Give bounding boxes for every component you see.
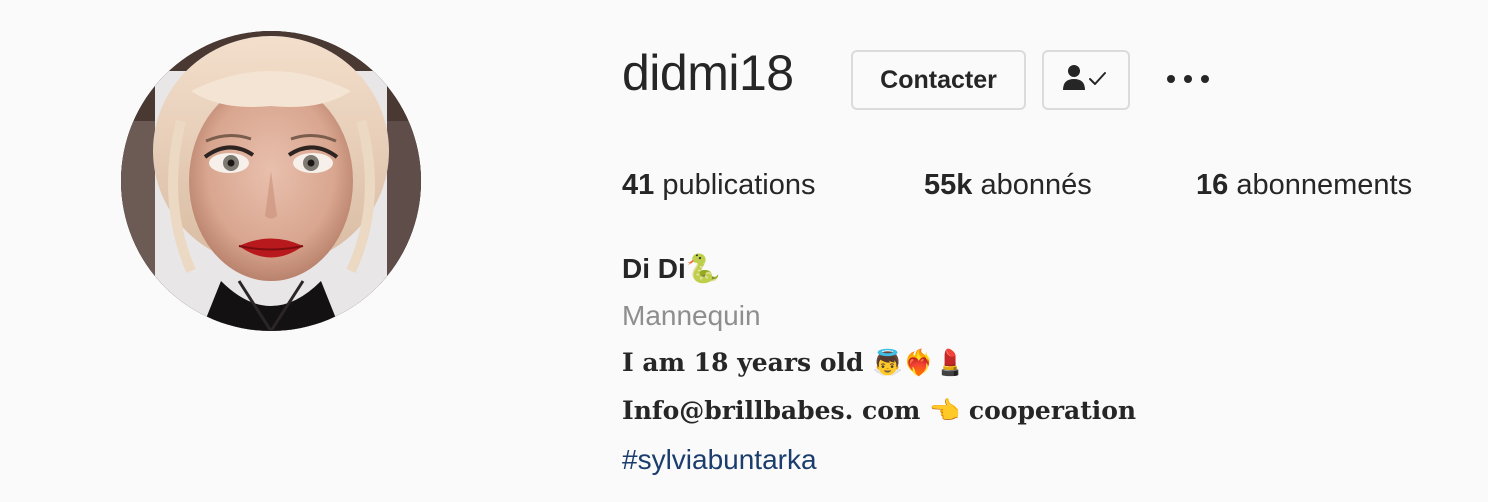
contact-button[interactable]: Contacter: [851, 50, 1026, 110]
avatar-image: [121, 31, 421, 331]
more-options-button[interactable]: [1160, 62, 1216, 98]
bio-line: Info@brillbabes. com 👈 cooperation: [622, 396, 1137, 425]
following-count: 16: [1196, 169, 1229, 201]
stat-following[interactable]: 16 abonnements: [1196, 168, 1412, 203]
profile-username: didmi18: [622, 45, 794, 101]
profile-category: Mannequin: [622, 300, 761, 331]
more-horizontal-icon: [1166, 71, 1210, 89]
posts-count: 41: [622, 169, 655, 201]
profile-avatar[interactable]: [121, 31, 421, 331]
posts-label: publications: [662, 169, 816, 201]
stat-followers[interactable]: 55k abonnés: [924, 168, 1092, 203]
following-label: abonnements: [1236, 169, 1413, 201]
followers-count: 55k: [924, 169, 973, 201]
profile-full-name: Di Di🐍: [622, 253, 721, 284]
person-check-icon: [1062, 64, 1110, 97]
following-button[interactable]: [1042, 50, 1130, 110]
bio-hashtag-link[interactable]: #sylviabuntarka: [622, 444, 817, 476]
contact-button-label: Contacter: [880, 65, 997, 94]
bio-line: I am 18 years old 👼❤️‍🔥💄: [622, 348, 966, 377]
followers-label: abonnés: [980, 169, 1092, 201]
stat-posts: 41 publications: [622, 168, 815, 203]
